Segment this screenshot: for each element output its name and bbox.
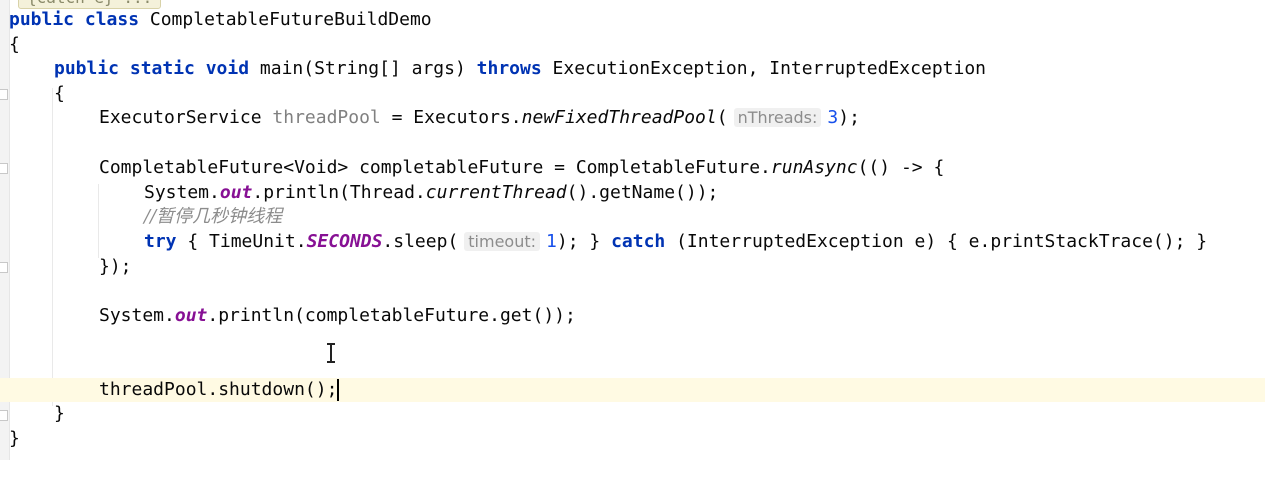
code-line[interactable]: ExecutorService threadPool = Executors.n… (0, 106, 1265, 130)
code-text: System. (99, 305, 175, 326)
code-text: ); (838, 107, 860, 128)
code-line[interactable]: }); (0, 255, 1265, 279)
static-field: SECONDS (306, 231, 383, 252)
code-line-current[interactable]: threadPool.shutdown(); (0, 378, 1265, 402)
parameter-hint-label: nThreads: (737, 108, 818, 127)
code-line[interactable]: { (0, 33, 1265, 57)
code-text: .println(completableFuture.get()); (207, 305, 576, 326)
code-text: }); (99, 256, 132, 277)
static-method: currentThread (425, 182, 567, 203)
brace: { (9, 34, 20, 55)
text-caret (337, 379, 340, 401)
parameter-hint: nThreads: (733, 108, 822, 127)
parameter-hint: timeout: (464, 232, 541, 251)
code-line[interactable]: System.out.println(Thread.currentThread(… (0, 181, 1265, 205)
code-line[interactable]: public class CompletableFutureBuildDemo (0, 8, 1265, 32)
code-line[interactable]: } (0, 427, 1265, 451)
type-name: ExecutorService (99, 107, 273, 128)
number-literal: 1 (546, 231, 557, 252)
code-text: System. (144, 182, 220, 203)
variable-name: threadPool (272, 107, 381, 128)
static-method: newFixedThreadPool (521, 107, 717, 128)
code-text: = Executors. (380, 107, 522, 128)
parameter-hint-label: timeout: (468, 232, 537, 251)
keyword: try (144, 231, 177, 252)
static-field: out (174, 305, 208, 326)
code-text: ); } (556, 231, 612, 252)
code-line[interactable]: } (0, 402, 1265, 426)
code-text: CompletableFuture<Void> completableFutur… (99, 157, 771, 178)
code-editor[interactable]: {catch e} ... public class CompletableFu… (0, 0, 1265, 460)
keyword: throws (476, 58, 542, 79)
brace: } (54, 403, 65, 424)
keyword: public static void (54, 58, 250, 79)
static-field: out (219, 182, 253, 203)
keyword: public class (9, 9, 140, 30)
code-line[interactable]: CompletableFuture<Void> completableFutur… (0, 156, 1265, 180)
keyword: catch (611, 231, 666, 252)
static-method: runAsync (770, 157, 858, 178)
code-line[interactable]: try { TimeUnit.SECONDS.sleep( timeout: 1);… (0, 230, 1265, 254)
brace: { (54, 83, 65, 104)
code-text: ().getName()); (566, 182, 719, 203)
code-text: .println(Thread. (252, 182, 426, 203)
code-text: { TimeUnit. (176, 231, 307, 252)
exception-list: ExecutionException, InterruptedException (541, 58, 987, 79)
code-line[interactable]: public static void main(String[] args) t… (0, 57, 1265, 81)
class-name: CompletableFutureBuildDemo (139, 9, 432, 30)
code-text: .sleep( (382, 231, 459, 252)
code-line[interactable]: { (0, 82, 1265, 106)
text-cursor-icon (326, 342, 336, 364)
number-literal: 3 (827, 107, 839, 128)
code-text: threadPool.shutdown(); (99, 379, 338, 400)
code-text: (() -> { (857, 157, 945, 178)
code-text: (InterruptedException e) { e.printStackT… (665, 231, 1208, 252)
code-line[interactable]: //暂停几秒钟线程 (0, 205, 1265, 229)
code-text: ( (716, 107, 728, 128)
brace: } (9, 428, 20, 449)
code-comment: //暂停几秒钟线程 (144, 206, 283, 227)
code-line[interactable]: System.out.println(completableFuture.get… (0, 304, 1265, 328)
method-signature: main(String[] args) (249, 58, 477, 79)
